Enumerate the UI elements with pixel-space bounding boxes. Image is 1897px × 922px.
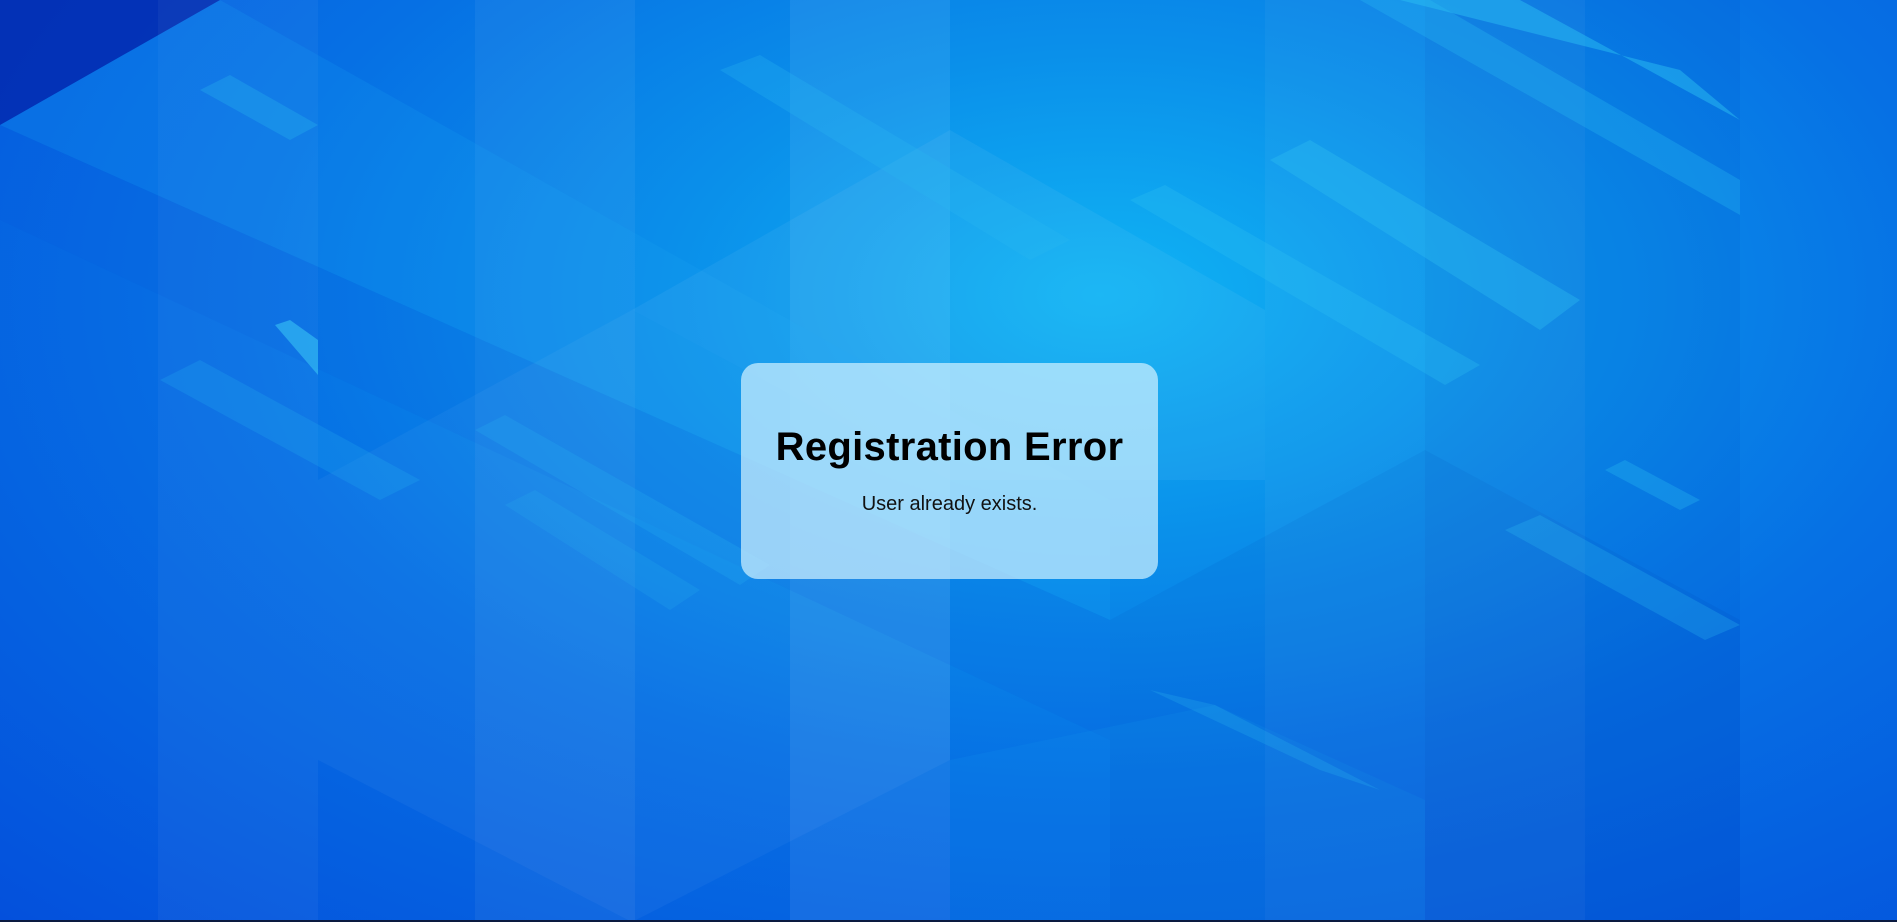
error-title: Registration Error [775, 425, 1124, 469]
registration-error-card: Registration Error User already exists. [741, 363, 1158, 579]
error-page: Registration Error User already exists. [0, 0, 1897, 922]
error-message: User already exists. [861, 493, 1038, 515]
